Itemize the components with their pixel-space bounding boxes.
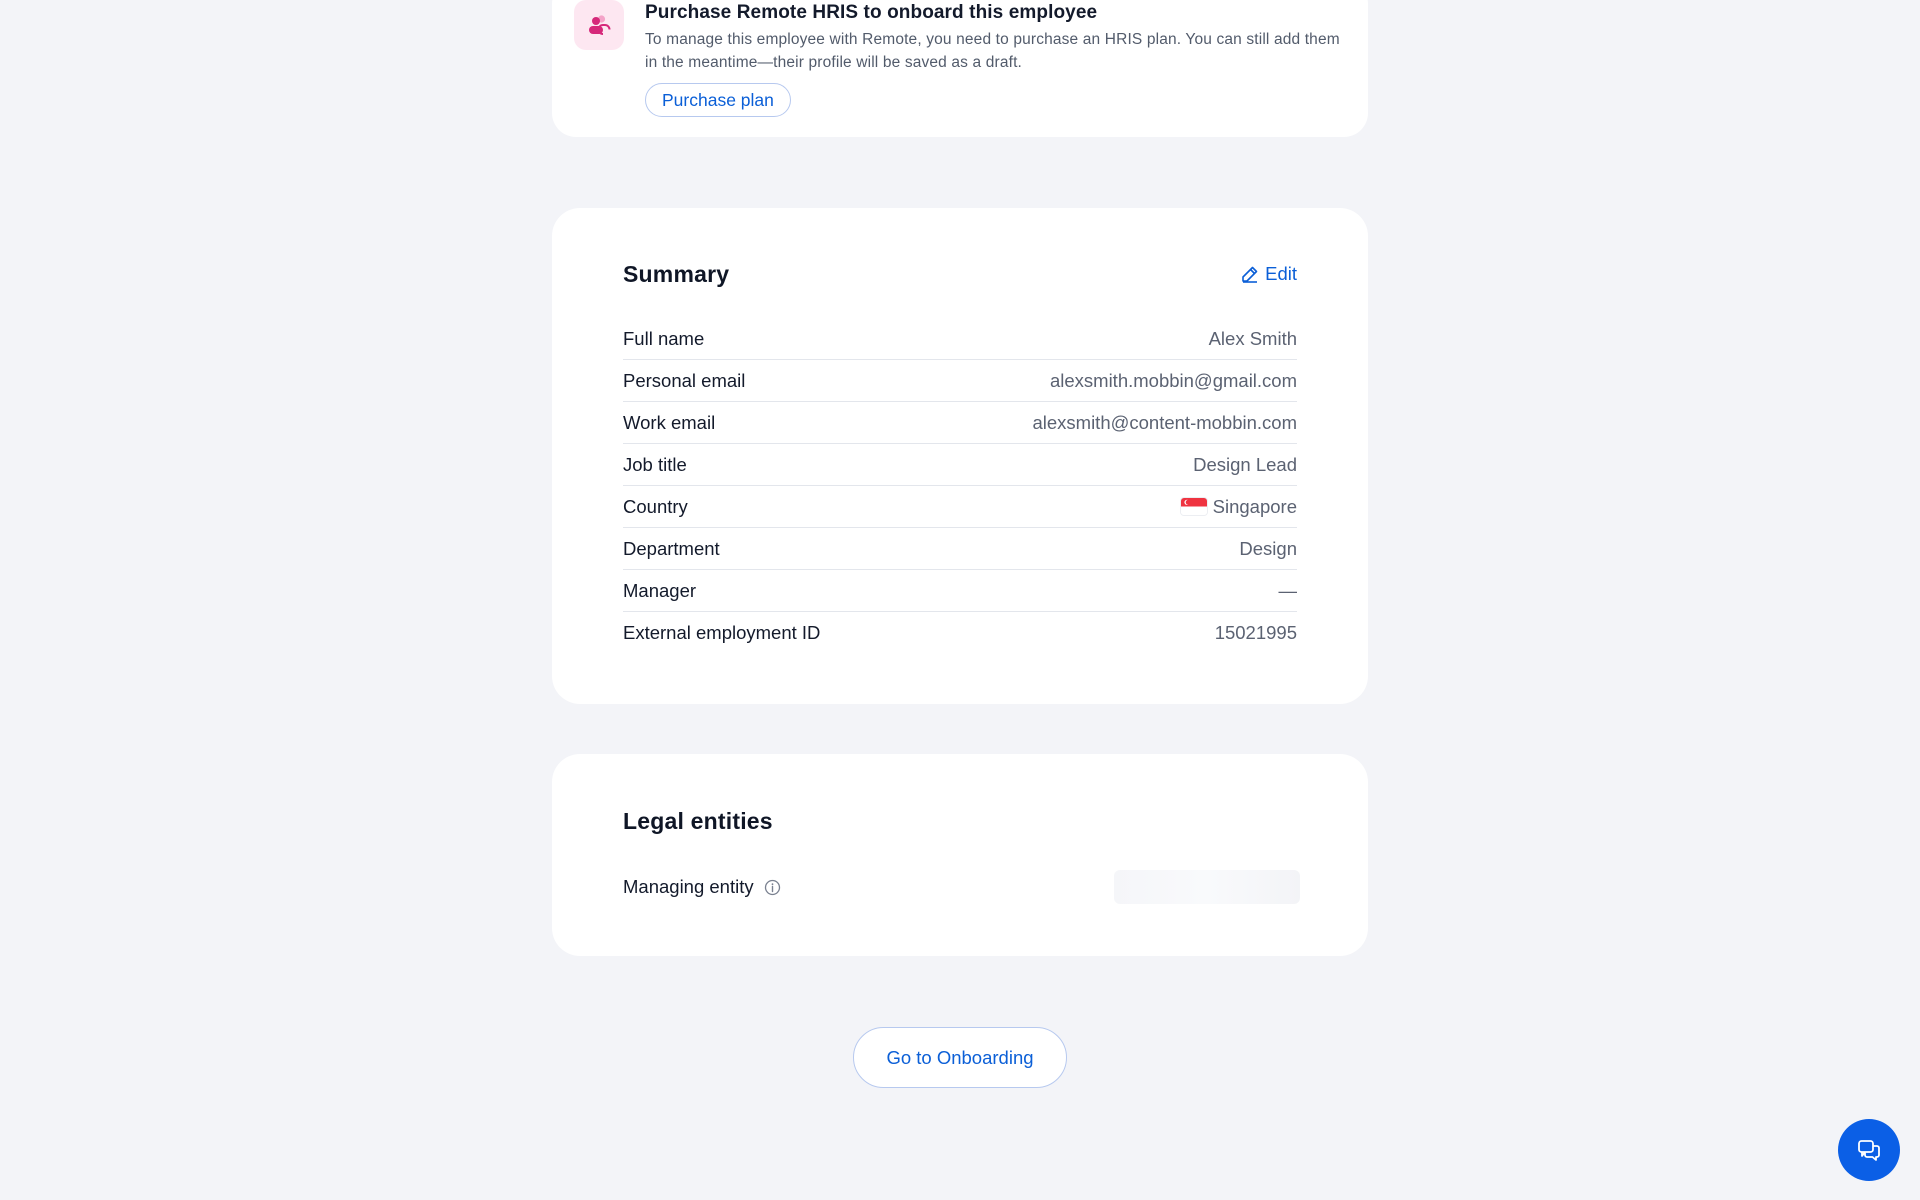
managing-entity-label-group: Managing entity	[623, 876, 781, 898]
row-value: Design Lead	[1193, 453, 1297, 475]
purchase-plan-button[interactable]: Purchase plan	[645, 83, 791, 117]
row-label: Country	[623, 495, 688, 517]
row-value: —	[1278, 579, 1298, 601]
edit-label: Edit	[1265, 263, 1297, 284]
summary-card: Summary Edit Full name Alex Smith Person…	[552, 208, 1368, 704]
promo-title: Purchase Remote HRIS to onboard this emp…	[645, 2, 1098, 23]
chat-icon	[1858, 1140, 1880, 1161]
summary-title: Summary	[623, 261, 730, 287]
row-label: Manager	[623, 579, 697, 601]
hris-promo-card: Purchase Remote HRIS to onboard this emp…	[552, 0, 1368, 137]
row-value: Design	[1239, 537, 1297, 559]
go-to-onboarding-button[interactable]: Go to Onboarding	[853, 1027, 1067, 1088]
country-name: Singapore	[1212, 495, 1297, 517]
row-label: Department	[623, 537, 720, 559]
info-icon[interactable]	[764, 879, 781, 896]
row-value-country: Singapore	[1180, 495, 1297, 518]
summary-row-department: Department Design	[623, 528, 1297, 570]
row-value: alexsmith@content-mobbin.com	[1032, 411, 1297, 433]
row-label: Job title	[623, 453, 687, 475]
row-label: Full name	[623, 327, 705, 349]
summary-row-personal-email: Personal email alexsmith.mobbin@gmail.co…	[623, 360, 1297, 402]
managing-entity-row: Managing entity	[623, 870, 1300, 904]
summary-rows: Full name Alex Smith Personal email alex…	[623, 318, 1297, 654]
people-icon	[574, 0, 624, 50]
managing-entity-label: Managing entity	[623, 876, 754, 897]
singapore-flag-icon	[1180, 498, 1207, 515]
summary-row-work-email: Work email alexsmith@content-mobbin.com	[623, 402, 1297, 444]
legal-entities-title: Legal entities	[623, 808, 773, 834]
pencil-icon	[1242, 266, 1258, 283]
promo-description: To manage this employee with Remote, you…	[645, 31, 1340, 71]
chat-button[interactable]	[1838, 1119, 1900, 1181]
row-value: alexsmith.mobbin@gmail.com	[1049, 369, 1297, 391]
summary-row-manager: Manager —	[623, 570, 1297, 612]
row-label: Personal email	[623, 369, 746, 391]
page: Purchase Remote HRIS to onboard this emp…	[0, 0, 1920, 1200]
row-value: 15021995	[1214, 622, 1297, 643]
summary-row-job-title: Job title Design Lead	[623, 444, 1297, 486]
summary-row-full-name: Full name Alex Smith	[623, 318, 1297, 360]
row-label: External employment ID	[623, 622, 821, 643]
row-value: Alex Smith	[1208, 327, 1297, 349]
summary-row-country: Country Singapore	[623, 486, 1297, 528]
row-label: Work email	[623, 411, 716, 433]
managing-entity-loading-placeholder	[1114, 870, 1300, 904]
summary-row-external-employment-id: External employment ID 15021995	[623, 612, 1297, 654]
edit-summary-button[interactable]: Edit	[1241, 263, 1297, 285]
legal-entities-card: Legal entities Managing entity	[552, 754, 1368, 956]
